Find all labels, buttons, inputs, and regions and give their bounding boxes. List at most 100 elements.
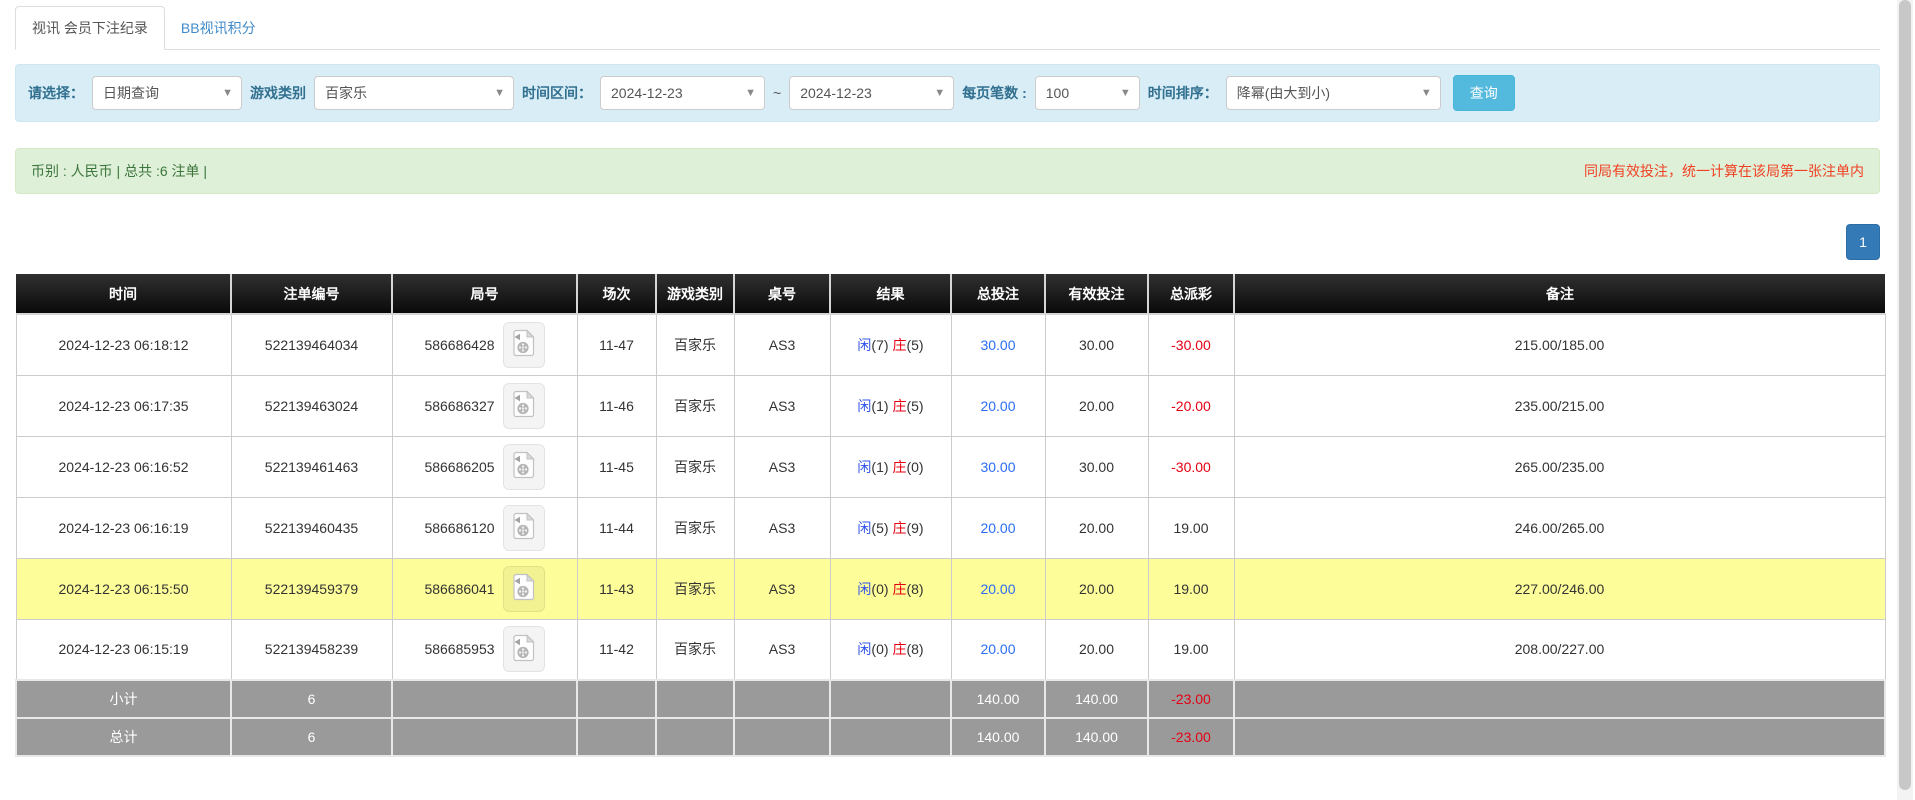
banker-result-label: 庄 bbox=[892, 398, 906, 414]
query-type-select[interactable]: 日期查询 ▼ bbox=[92, 76, 242, 110]
cell-total-bet: 20.00 bbox=[951, 497, 1045, 558]
table-row: 2024-12-23 06:18:12 522139464034 5866864… bbox=[16, 314, 1885, 375]
player-result-score: (1) bbox=[871, 398, 888, 414]
video-file-icon bbox=[512, 573, 536, 601]
banker-result-label: 庄 bbox=[892, 641, 906, 657]
sort-label: 时间排序： bbox=[1148, 83, 1218, 103]
cell-total-bet: 30.00 bbox=[951, 314, 1045, 375]
video-replay-button[interactable] bbox=[503, 626, 545, 672]
chevron-down-icon: ▼ bbox=[222, 87, 233, 99]
subtotal-label: 小计 bbox=[16, 680, 231, 718]
cell-result: 闲(1) 庄(5) bbox=[830, 375, 951, 436]
player-result-label: 闲 bbox=[857, 459, 871, 475]
sort-select[interactable]: 降幂(由大到小) ▼ bbox=[1226, 76, 1441, 110]
player-result-label: 闲 bbox=[857, 398, 871, 414]
sort-value: 降幂(由大到小) bbox=[1237, 83, 1330, 103]
total-bet-link[interactable]: 20.00 bbox=[980, 581, 1015, 597]
video-replay-button[interactable] bbox=[503, 322, 545, 368]
cell-remark: 235.00/215.00 bbox=[1234, 375, 1885, 436]
cell-session: 11-44 bbox=[577, 497, 656, 558]
total-bet-link[interactable]: 30.00 bbox=[980, 459, 1015, 475]
cell-round-no: 586686205 bbox=[392, 436, 577, 497]
video-replay-button[interactable] bbox=[503, 505, 545, 551]
vertical-scrollbar[interactable] bbox=[1897, 0, 1913, 800]
bet-records-table: 时间 注单编号 局号 场次 游戏类别 桌号 结果 总投注 有效投注 总派彩 备注… bbox=[15, 274, 1886, 757]
cell-game-type: 百家乐 bbox=[656, 314, 734, 375]
cell-round-no: 586686327 bbox=[392, 375, 577, 436]
cell-time: 2024-12-23 06:15:50 bbox=[16, 558, 231, 619]
query-button[interactable]: 查询 bbox=[1453, 75, 1515, 111]
cell-payout: -30.00 bbox=[1148, 436, 1234, 497]
cell-table-no: AS3 bbox=[734, 375, 830, 436]
table-row: 2024-12-23 06:16:52 522139461463 5866862… bbox=[16, 436, 1885, 497]
banker-result-score: (0) bbox=[906, 459, 923, 475]
cell-table-no: AS3 bbox=[734, 619, 830, 680]
cell-valid-bet: 20.00 bbox=[1045, 619, 1148, 680]
player-result-score: (1) bbox=[871, 459, 888, 475]
banker-result-score: (8) bbox=[906, 641, 923, 657]
cell-remark: 265.00/235.00 bbox=[1234, 436, 1885, 497]
cell-payout: 19.00 bbox=[1148, 558, 1234, 619]
round-no-text: 586686428 bbox=[424, 337, 494, 353]
cell-bet-no: 522139464034 bbox=[231, 314, 392, 375]
page-1-button[interactable]: 1 bbox=[1846, 224, 1880, 260]
date-range-separator: ~ bbox=[773, 85, 781, 101]
payout-value: -20.00 bbox=[1171, 398, 1211, 414]
cell-valid-bet: 30.00 bbox=[1045, 436, 1148, 497]
total-bet-link[interactable]: 20.00 bbox=[980, 520, 1015, 536]
payout-value: 19.00 bbox=[1173, 641, 1208, 657]
page-size-select[interactable]: 100 ▼ bbox=[1035, 76, 1140, 110]
date-from-select[interactable]: 2024-12-23 ▼ bbox=[600, 76, 765, 110]
player-result-score: (5) bbox=[871, 520, 888, 536]
cell-round-no: 586686428 bbox=[392, 314, 577, 375]
game-type-label: 游戏类别 bbox=[250, 83, 306, 103]
cell-game-type: 百家乐 bbox=[656, 619, 734, 680]
grand-total-row: 总计 6 140.00 140.00 -23.00 bbox=[16, 718, 1885, 756]
cell-time: 2024-12-23 06:18:12 bbox=[16, 314, 231, 375]
video-replay-button[interactable] bbox=[503, 566, 545, 612]
table-header-row: 时间 注单编号 局号 场次 游戏类别 桌号 结果 总投注 有效投注 总派彩 备注 bbox=[16, 274, 1885, 314]
cell-table-no: AS3 bbox=[734, 497, 830, 558]
video-file-icon bbox=[512, 390, 536, 418]
col-remark: 备注 bbox=[1234, 274, 1885, 314]
table-row: 2024-12-23 06:16:19 522139460435 5866861… bbox=[16, 497, 1885, 558]
cell-time: 2024-12-23 06:15:19 bbox=[16, 619, 231, 680]
video-replay-button[interactable] bbox=[503, 444, 545, 490]
chevron-down-icon: ▼ bbox=[494, 87, 505, 99]
player-result-label: 闲 bbox=[857, 641, 871, 657]
page-size-label: 每页笔数 : bbox=[962, 83, 1027, 103]
cell-session: 11-43 bbox=[577, 558, 656, 619]
cell-result: 闲(0) 庄(8) bbox=[830, 558, 951, 619]
filter-bar: 请选择： 日期查询 ▼ 游戏类别 百家乐 ▼ 时间区间： 2024-12-23 … bbox=[15, 64, 1880, 122]
col-total-bet: 总投注 bbox=[951, 274, 1045, 314]
total-bet-link[interactable]: 30.00 bbox=[980, 337, 1015, 353]
cell-valid-bet: 20.00 bbox=[1045, 558, 1148, 619]
cell-time: 2024-12-23 06:16:19 bbox=[16, 497, 231, 558]
cell-valid-bet: 30.00 bbox=[1045, 314, 1148, 375]
banker-result-score: (5) bbox=[906, 337, 923, 353]
date-to-select[interactable]: 2024-12-23 ▼ bbox=[789, 76, 954, 110]
game-type-select[interactable]: 百家乐 ▼ bbox=[314, 76, 514, 110]
cell-round-no: 586685953 bbox=[392, 619, 577, 680]
chevron-down-icon: ▼ bbox=[1120, 87, 1131, 99]
col-table-no: 桌号 bbox=[734, 274, 830, 314]
total-bet-link[interactable]: 20.00 bbox=[980, 398, 1015, 414]
cell-session: 11-42 bbox=[577, 619, 656, 680]
cell-valid-bet: 20.00 bbox=[1045, 375, 1148, 436]
video-replay-button[interactable] bbox=[503, 383, 545, 429]
cell-payout: -20.00 bbox=[1148, 375, 1234, 436]
pagination: 1 bbox=[15, 224, 1880, 260]
cell-payout: 19.00 bbox=[1148, 497, 1234, 558]
video-file-icon bbox=[512, 329, 536, 357]
cell-valid-bet: 20.00 bbox=[1045, 497, 1148, 558]
banker-result-label: 庄 bbox=[892, 337, 906, 353]
subtotal-count: 6 bbox=[231, 680, 392, 718]
player-result-label: 闲 bbox=[857, 337, 871, 353]
chevron-down-icon: ▼ bbox=[934, 87, 945, 99]
grand-total-total-bet: 140.00 bbox=[951, 718, 1045, 756]
tab-video-bet-records[interactable]: 视讯 会员下注纪录 bbox=[15, 6, 165, 50]
page-size-value: 100 bbox=[1046, 85, 1069, 101]
total-bet-link[interactable]: 20.00 bbox=[980, 641, 1015, 657]
scrollbar-thumb[interactable] bbox=[1899, 0, 1911, 790]
tab-bb-video-points[interactable]: BB视讯积分 bbox=[165, 7, 272, 49]
